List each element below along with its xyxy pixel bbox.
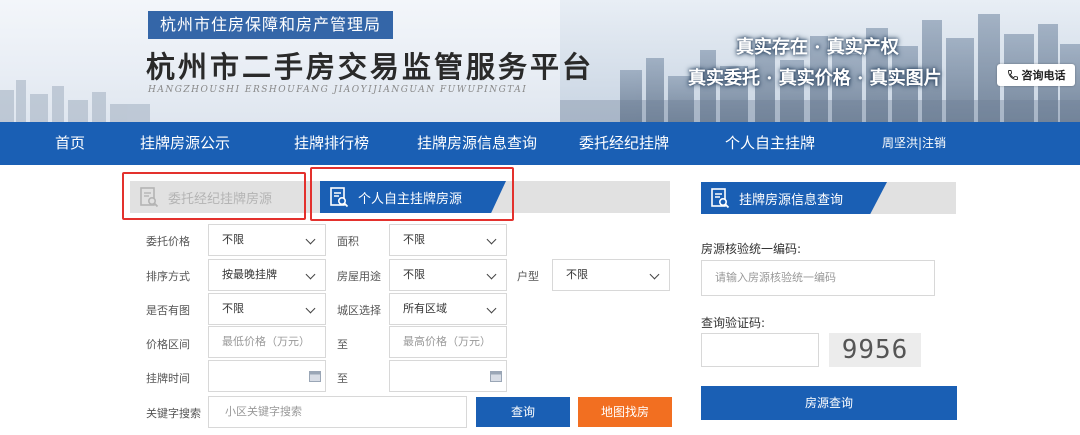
tab-listing-lookup[interactable]: 挂牌房源信息查询 bbox=[701, 182, 887, 214]
chevron-down-icon bbox=[486, 234, 497, 245]
verify-code-input[interactable]: 请输入房源核验统一编码 bbox=[701, 260, 935, 296]
price-label: 委托价格 bbox=[146, 235, 190, 248]
sort-label: 排序方式 bbox=[146, 270, 190, 283]
user-logout-link[interactable]: 周坚洪|注销 bbox=[882, 122, 946, 165]
usage-select[interactable]: 不限 bbox=[389, 259, 507, 291]
chevron-down-icon bbox=[305, 234, 316, 245]
document-search-icon bbox=[711, 188, 730, 209]
photo-select-value: 不限 bbox=[222, 302, 244, 315]
nav-listing-public[interactable]: 挂牌房源公示 bbox=[140, 122, 230, 165]
time-to-label: 至 bbox=[337, 372, 348, 385]
district-label: 城区选择 bbox=[337, 304, 381, 317]
chevron-down-icon bbox=[305, 269, 316, 280]
bureau-name-badge: 杭州市住房保障和房产管理局 bbox=[148, 11, 394, 39]
map-search-button[interactable]: 地图找房 bbox=[578, 397, 672, 427]
highlight-box-agent-tab bbox=[122, 172, 306, 220]
hotline-label: 咨询电话 bbox=[1021, 69, 1066, 82]
highlight-box-personal-tab bbox=[310, 167, 514, 221]
slogan-line-1: 真实存在 · 真实产权 bbox=[736, 37, 899, 58]
slogan-line-2: 真实委托 · 真实价格 · 真实图片 bbox=[688, 68, 942, 89]
nav-personal-listing[interactable]: 个人自主挂牌 bbox=[725, 122, 815, 165]
usage-select-value: 不限 bbox=[403, 268, 425, 281]
keyword-search-input[interactable]: 小区关键字搜索 bbox=[208, 396, 467, 428]
platform-title: 杭州市二手房交易监管服务平台 bbox=[146, 50, 595, 84]
skyline-left-image bbox=[0, 80, 150, 122]
main-nav: 首页 挂牌房源公示 挂牌排行榜 挂牌房源信息查询 委托经纪挂牌 个人自主挂牌 周… bbox=[0, 122, 1080, 165]
photo-label: 是否有图 bbox=[146, 304, 190, 317]
calendar-icon[interactable] bbox=[309, 370, 321, 382]
captcha-input[interactable] bbox=[701, 333, 819, 367]
nav-ranking[interactable]: 挂牌排行榜 bbox=[294, 122, 369, 165]
chevron-down-icon bbox=[486, 269, 497, 280]
max-price-input[interactable]: 最高价格（万元） bbox=[389, 326, 507, 358]
price-select[interactable]: 不限 bbox=[208, 224, 326, 256]
search-button[interactable]: 查询 bbox=[476, 397, 570, 427]
calendar-icon[interactable] bbox=[490, 370, 502, 382]
start-date-input[interactable] bbox=[208, 360, 326, 392]
keyword-label: 关键字搜索 bbox=[146, 407, 201, 420]
layout-label: 户型 bbox=[517, 270, 539, 283]
price-select-value: 不限 bbox=[222, 233, 244, 246]
nav-home[interactable]: 首页 bbox=[55, 122, 85, 165]
chevron-down-icon bbox=[486, 303, 497, 314]
layout-select-value: 不限 bbox=[566, 268, 588, 281]
platform-pinyin: HANGZHOUSHI ERSHOUFANG JIAOYIJIANGUAN FU… bbox=[148, 85, 528, 95]
chevron-down-icon bbox=[305, 303, 316, 314]
area-label: 面积 bbox=[337, 235, 359, 248]
photo-select[interactable]: 不限 bbox=[208, 293, 326, 325]
layout-select[interactable]: 不限 bbox=[552, 259, 670, 291]
area-select[interactable]: 不限 bbox=[389, 224, 507, 256]
sort-select-value: 按最晚挂牌 bbox=[222, 268, 277, 281]
consult-hotline-button[interactable]: 咨询电话 bbox=[997, 64, 1075, 86]
nav-agent-listing[interactable]: 委托经纪挂牌 bbox=[579, 122, 669, 165]
captcha-image[interactable]: 9956 bbox=[829, 333, 921, 367]
captcha-label: 查询验证码: bbox=[701, 316, 766, 330]
usage-label: 房屋用途 bbox=[337, 270, 381, 283]
lookup-tab-label: 挂牌房源信息查询 bbox=[739, 192, 844, 208]
price-range-label: 价格区间 bbox=[146, 338, 190, 351]
listing-time-label: 挂牌时间 bbox=[146, 372, 190, 385]
end-date-input[interactable] bbox=[389, 360, 507, 392]
chevron-down-icon bbox=[649, 269, 660, 280]
listing-lookup-button[interactable]: 房源查询 bbox=[701, 386, 957, 420]
district-select-value: 所有区域 bbox=[403, 302, 447, 315]
code-label: 房源核验统一编码: bbox=[701, 242, 802, 256]
area-select-value: 不限 bbox=[403, 233, 425, 246]
range-to-label: 至 bbox=[337, 338, 348, 351]
district-select[interactable]: 所有区域 bbox=[389, 293, 507, 325]
city-skyline-image bbox=[560, 0, 1080, 122]
phone-icon bbox=[1007, 70, 1018, 80]
sort-select[interactable]: 按最晚挂牌 bbox=[208, 259, 326, 291]
nav-listing-query[interactable]: 挂牌房源信息查询 bbox=[417, 122, 537, 165]
min-price-input[interactable]: 最低价格（万元） bbox=[208, 326, 326, 358]
header-banner: 杭州市住房保障和房产管理局 杭州市二手房交易监管服务平台 HANGZHOUSHI… bbox=[0, 0, 1080, 122]
